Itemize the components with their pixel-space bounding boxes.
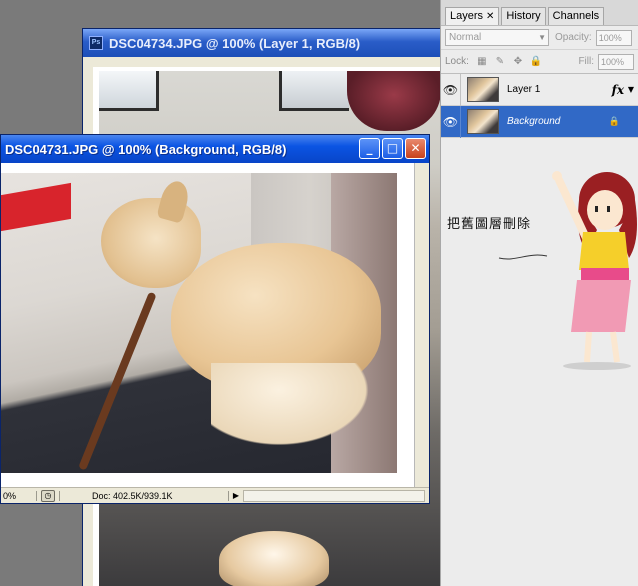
lock-transparency-icon[interactable]: ▦ — [475, 55, 489, 69]
photoshop-icon: Ps — [89, 36, 103, 50]
photo-dog — [219, 531, 329, 586]
lock-label: Lock: — [445, 56, 469, 67]
layer-thumbnail — [467, 77, 499, 102]
front-window-title: DSC04731.JPG @ 100% (Background, RGB/8) — [5, 141, 287, 157]
expand-effects-icon[interactable]: ▼ — [628, 85, 634, 94]
visibility-eye-icon[interactable]: 👁 — [441, 73, 461, 106]
minimize-button[interactable]: _ — [359, 138, 380, 159]
tab-label: Layers — [450, 10, 484, 22]
tab-layers[interactable]: Layers ✕ — [445, 7, 500, 25]
layer-row-background[interactable]: 👁 Background 🔒 — [441, 105, 638, 138]
visibility-eye-icon[interactable]: 👁 — [441, 105, 461, 138]
fill-label: Fill: — [578, 56, 594, 67]
annotation-caption: 把舊圖層刪除 — [447, 217, 532, 232]
chibi-girl-illustration — [498, 171, 637, 370]
tab-label: Channels — [552, 10, 600, 22]
status-bar: 0% ◷ Doc: 402.5K/939.1K ▶ — [1, 487, 429, 503]
front-window-titlebar[interactable]: DSC04731.JPG @ 100% (Background, RGB/8) … — [1, 135, 429, 163]
blend-row: Normal ▼ Opacity: 100% — [441, 26, 638, 50]
maximize-button[interactable]: □ — [382, 138, 403, 159]
tab-history[interactable]: History — [501, 7, 546, 25]
front-photo — [1, 173, 397, 473]
status-menu-arrow-icon[interactable]: ▶ — [229, 491, 243, 500]
fill-input[interactable]: 100% — [598, 53, 634, 70]
front-document-canvas[interactable] — [1, 163, 415, 487]
lock-pixels-icon[interactable]: ✎ — [493, 55, 507, 69]
fx-icon[interactable]: fx — [612, 83, 624, 97]
photo-window-pane — [279, 71, 349, 111]
lock-all-icon[interactable]: 🔒 — [529, 55, 543, 69]
lock-row: Lock: ▦ ✎ ✥ 🔒 Fill: 100% — [441, 50, 638, 74]
horizontal-scrollbar[interactable] — [243, 489, 425, 502]
layer-row-layer-1[interactable]: 👁 Layer 1 fx ▼ — [441, 73, 638, 106]
tab-close-icon[interactable]: ✕ — [486, 11, 494, 22]
photo-red-stripe — [1, 182, 71, 232]
close-button[interactable]: ✕ — [405, 138, 426, 159]
back-window-titlebar[interactable]: Ps DSC04734.JPG @ 100% (Layer 1, RGB/8) — [83, 29, 451, 57]
tab-channels[interactable]: Channels — [547, 7, 605, 25]
blend-mode-select[interactable]: Normal ▼ — [445, 29, 549, 46]
opacity-label: Opacity: — [555, 32, 592, 43]
layers-panel: Layers ✕ History Channels Normal ▼ Opacit… — [440, 0, 638, 586]
layer-name: Background — [507, 116, 561, 127]
status-info-icon[interactable]: ◷ — [41, 489, 55, 502]
doc-size-readout: Doc: 402.5K/939.1K — [59, 490, 229, 501]
tab-label: History — [506, 10, 541, 22]
panel-tabs: Layers ✕ History Channels — [441, 0, 638, 26]
blend-mode-value: Normal — [449, 32, 482, 43]
layer-name: Layer 1 — [507, 84, 541, 95]
layer-thumbnail — [467, 109, 499, 134]
photo-dog-head — [101, 198, 201, 288]
opacity-input[interactable]: 100% — [595, 29, 632, 46]
zoom-field[interactable]: 0% — [1, 490, 37, 501]
back-window-title: DSC04734.JPG @ 100% (Layer 1, RGB/8) — [109, 35, 361, 51]
chevron-down-icon: ▼ — [538, 33, 546, 42]
layer-lock-icon: 🔒 — [608, 116, 620, 127]
photo-chair — [347, 71, 441, 131]
lock-position-icon[interactable]: ✥ — [511, 55, 525, 69]
photo-dog-legs — [211, 363, 381, 453]
photo-leash — [78, 291, 157, 471]
photo-window-pane — [99, 71, 159, 111]
front-document-window[interactable]: DSC04731.JPG @ 100% (Background, RGB/8) … — [0, 134, 430, 504]
